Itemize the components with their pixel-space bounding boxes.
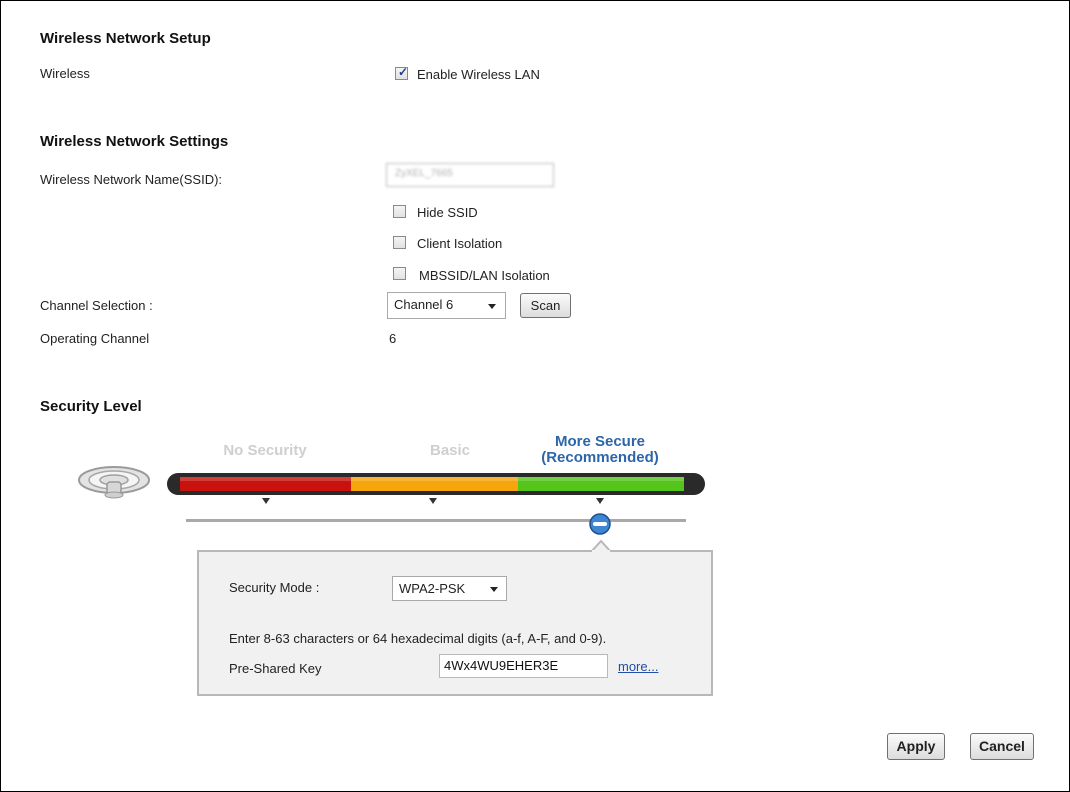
level-marker-basic [429, 498, 437, 504]
level-more-secure-label: More Secure [554, 433, 646, 450]
checkmark-icon: ✓ [398, 65, 409, 79]
mbssid-isolation-checkbox[interactable] [393, 267, 406, 280]
more-link[interactable]: more... [618, 659, 658, 674]
security-level-title: Security Level [40, 398, 142, 415]
mbssid-isolation-label: MBSSID/LAN Isolation [419, 268, 550, 283]
security-slider-handle[interactable] [588, 512, 612, 536]
channel-select[interactable]: Channel 6 [387, 292, 506, 319]
level-marker-no-security [262, 498, 270, 504]
chevron-down-icon [488, 304, 496, 309]
security-mode-select[interactable]: WPA2-PSK [392, 576, 507, 601]
level-more-secure[interactable]: More Secure (Recommended) [520, 434, 680, 466]
wireless-settings-title: Wireless Network Settings [40, 133, 229, 150]
wifi-router-icon [78, 466, 150, 499]
level-basic[interactable]: Basic [400, 442, 500, 459]
level-marker-more-secure [596, 498, 604, 504]
chevron-down-icon [490, 587, 498, 592]
scan-button[interactable]: Scan [520, 293, 571, 318]
psk-input[interactable]: 4Wx4WU9EHER3E [439, 654, 608, 678]
channel-selection-label: Channel Selection : [40, 298, 153, 313]
wireless-label: Wireless [40, 66, 90, 81]
channel-select-value: Channel 6 [394, 297, 454, 312]
level-no-security[interactable]: No Security [200, 442, 330, 459]
panel-pointer [591, 540, 611, 552]
enable-wireless-label: Enable Wireless LAN [417, 67, 540, 82]
wireless-setup-title: Wireless Network Setup [40, 30, 211, 47]
cancel-button[interactable]: Cancel [970, 733, 1034, 760]
hide-ssid-label: Hide SSID [417, 205, 478, 220]
enable-wireless-checkbox[interactable]: ✓ [395, 65, 409, 80]
level-recommended-label: (Recommended) [541, 449, 659, 466]
ssid-input[interactable]: ZyXEL_7665 [386, 163, 554, 187]
apply-button[interactable]: Apply [887, 733, 945, 760]
client-isolation-checkbox[interactable] [393, 236, 406, 249]
security-mode-label: Security Mode : [229, 580, 320, 595]
hide-ssid-checkbox[interactable] [393, 205, 406, 218]
security-mode-value: WPA2-PSK [399, 581, 466, 596]
psk-label: Pre-Shared Key [229, 661, 322, 676]
operating-channel-value: 6 [389, 331, 397, 346]
client-isolation-label: Client Isolation [417, 236, 503, 251]
security-level-meter [167, 473, 705, 495]
ssid-label: Wireless Network Name(SSID): [40, 172, 223, 187]
operating-channel-label: Operating Channel [40, 331, 150, 346]
security-panel: Security Mode : WPA2-PSK Enter 8-63 char… [197, 540, 713, 696]
psk-hint: Enter 8-63 characters or 64 hexadecimal … [229, 631, 607, 646]
